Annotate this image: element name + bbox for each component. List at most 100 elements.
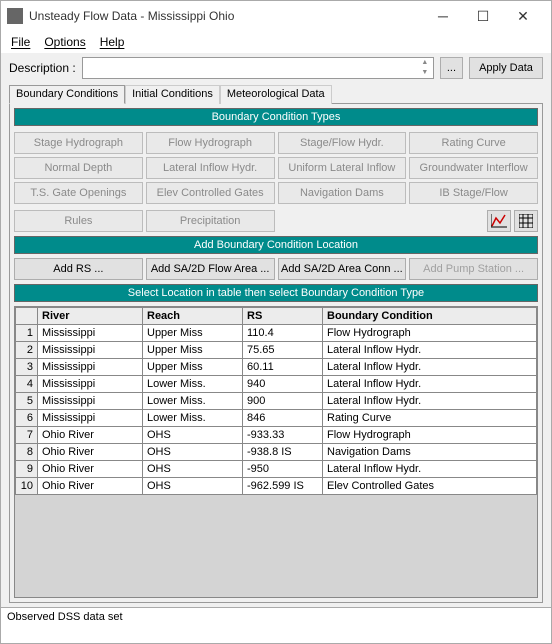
cell-bc[interactable]: Lateral Inflow Hydr. (323, 376, 537, 393)
add-sa2d-flow-button[interactable]: Add SA/2D Flow Area ... (146, 258, 275, 280)
titlebar: Unsteady Flow Data - Mississippi Ohio ─ … (1, 1, 551, 31)
cell-rs[interactable]: 940 (243, 376, 323, 393)
cell-bc[interactable]: Lateral Inflow Hydr. (323, 359, 537, 376)
table-row[interactable]: 1MississippiUpper Miss110.4Flow Hydrogra… (16, 325, 537, 342)
close-button[interactable]: ✕ (503, 2, 543, 30)
cell-reach[interactable]: Lower Miss. (143, 393, 243, 410)
table-row[interactable]: 10Ohio RiverOHS-962.599 ISElev Controlle… (16, 478, 537, 495)
add-rs-button[interactable]: Add RS ... (14, 258, 143, 280)
bc-types-last-row: Rules Precipitation (14, 210, 538, 232)
tab-boundary-conditions[interactable]: Boundary Conditions (9, 85, 125, 104)
cell-bc[interactable]: Lateral Inflow Hydr. (323, 461, 537, 478)
cell-rs[interactable]: 846 (243, 410, 323, 427)
cell-river[interactable]: Mississippi (38, 325, 143, 342)
cell-reach[interactable]: Upper Miss (143, 325, 243, 342)
cell-rs[interactable]: -938.8 IS (243, 444, 323, 461)
cell-bc[interactable]: Flow Hydrograph (323, 325, 537, 342)
cell-reach[interactable]: Upper Miss (143, 342, 243, 359)
cell-rs[interactable]: -962.599 IS (243, 478, 323, 495)
menu-options[interactable]: Options (44, 35, 85, 49)
bc-flow-hydrograph[interactable]: Flow Hydrograph (146, 132, 275, 154)
table-row[interactable]: 2MississippiUpper Miss75.65Lateral Inflo… (16, 342, 537, 359)
cell-river[interactable]: Mississippi (38, 342, 143, 359)
plot-icon-button[interactable] (487, 210, 511, 232)
bc-stage-hydrograph[interactable]: Stage Hydrograph (14, 132, 143, 154)
cell-bc[interactable]: Flow Hydrograph (323, 427, 537, 444)
row-number: 10 (16, 478, 38, 495)
cell-reach[interactable]: OHS (143, 478, 243, 495)
cell-bc[interactable]: Elev Controlled Gates (323, 478, 537, 495)
row-number: 1 (16, 325, 38, 342)
table-row[interactable]: 5MississippiLower Miss.900Lateral Inflow… (16, 393, 537, 410)
cell-rs[interactable]: -950 (243, 461, 323, 478)
bc-normal-depth[interactable]: Normal Depth (14, 157, 143, 179)
cell-river[interactable]: Ohio River (38, 444, 143, 461)
add-pump-station-button[interactable]: Add Pump Station ... (409, 258, 538, 280)
bc-groundwater[interactable]: Groundwater Interflow (409, 157, 538, 179)
cell-bc[interactable]: Rating Curve (323, 410, 537, 427)
row-number: 2 (16, 342, 38, 359)
cell-river[interactable]: Ohio River (38, 478, 143, 495)
cell-river[interactable]: Ohio River (38, 427, 143, 444)
cell-river[interactable]: Mississippi (38, 410, 143, 427)
minimize-button[interactable]: ─ (423, 2, 463, 30)
menu-help[interactable]: Help (100, 35, 125, 49)
section-add-location: Add Boundary Condition Location (14, 236, 538, 254)
row-number: 7 (16, 427, 38, 444)
cell-reach[interactable]: OHS (143, 461, 243, 478)
table-row[interactable]: 7Ohio RiverOHS-933.33Flow Hydrograph (16, 427, 537, 444)
table-icon-button[interactable] (514, 210, 538, 232)
maximize-button[interactable]: ☐ (463, 2, 503, 30)
menu-file[interactable]: File (11, 35, 30, 49)
description-input[interactable]: ▲▼ (82, 57, 434, 79)
cell-rs[interactable]: 110.4 (243, 325, 323, 342)
bc-stage-flow-hydr[interactable]: Stage/Flow Hydr. (278, 132, 407, 154)
add-sa2d-conn-button[interactable]: Add SA/2D Area Conn ... (278, 258, 407, 280)
cell-river[interactable]: Mississippi (38, 393, 143, 410)
table-row[interactable]: 3MississippiUpper Miss60.11Lateral Inflo… (16, 359, 537, 376)
bc-uniform-lateral[interactable]: Uniform Lateral Inflow (278, 157, 407, 179)
location-table[interactable]: River Reach RS Boundary Condition 1Missi… (15, 307, 537, 495)
bc-ts-gate[interactable]: T.S. Gate Openings (14, 182, 143, 204)
tab-meteorological-data[interactable]: Meteorological Data (220, 85, 332, 104)
location-table-wrap: River Reach RS Boundary Condition 1Missi… (14, 306, 538, 598)
table-header-row: River Reach RS Boundary Condition (16, 308, 537, 325)
cell-river[interactable]: Mississippi (38, 376, 143, 393)
bc-rating-curve[interactable]: Rating Curve (409, 132, 538, 154)
cell-rs[interactable]: 75.65 (243, 342, 323, 359)
apply-data-button[interactable]: Apply Data (469, 57, 543, 79)
description-label: Description : (9, 61, 76, 75)
window-title: Unsteady Flow Data - Mississippi Ohio (29, 9, 423, 23)
cell-reach[interactable]: Upper Miss (143, 359, 243, 376)
row-number: 9 (16, 461, 38, 478)
bc-precipitation[interactable]: Precipitation (146, 210, 275, 232)
col-bc: Boundary Condition (323, 308, 537, 325)
bc-elev-controlled[interactable]: Elev Controlled Gates (146, 182, 275, 204)
table-row[interactable]: 6MississippiLower Miss.846Rating Curve (16, 410, 537, 427)
cell-bc[interactable]: Lateral Inflow Hydr. (323, 342, 537, 359)
table-row[interactable]: 9Ohio RiverOHS-950Lateral Inflow Hydr. (16, 461, 537, 478)
cell-bc[interactable]: Lateral Inflow Hydr. (323, 393, 537, 410)
cell-rs[interactable]: 60.11 (243, 359, 323, 376)
table-row[interactable]: 4MississippiLower Miss.940Lateral Inflow… (16, 376, 537, 393)
col-river: River (38, 308, 143, 325)
cell-reach[interactable]: OHS (143, 444, 243, 461)
bc-navigation-dams[interactable]: Navigation Dams (278, 182, 407, 204)
browse-button[interactable]: ... (440, 57, 463, 79)
cell-rs[interactable]: -933.33 (243, 427, 323, 444)
description-spinner[interactable]: ▲▼ (417, 58, 433, 78)
plot-icon (491, 214, 507, 228)
cell-reach[interactable]: Lower Miss. (143, 410, 243, 427)
cell-rs[interactable]: 900 (243, 393, 323, 410)
row-number: 6 (16, 410, 38, 427)
bc-ib-stage-flow[interactable]: IB Stage/Flow (409, 182, 538, 204)
bc-lateral-inflow[interactable]: Lateral Inflow Hydr. (146, 157, 275, 179)
table-row[interactable]: 8Ohio RiverOHS-938.8 ISNavigation Dams (16, 444, 537, 461)
tab-initial-conditions[interactable]: Initial Conditions (125, 85, 220, 104)
bc-rules[interactable]: Rules (14, 210, 143, 232)
cell-reach[interactable]: OHS (143, 427, 243, 444)
cell-river[interactable]: Ohio River (38, 461, 143, 478)
cell-reach[interactable]: Lower Miss. (143, 376, 243, 393)
cell-river[interactable]: Mississippi (38, 359, 143, 376)
cell-bc[interactable]: Navigation Dams (323, 444, 537, 461)
